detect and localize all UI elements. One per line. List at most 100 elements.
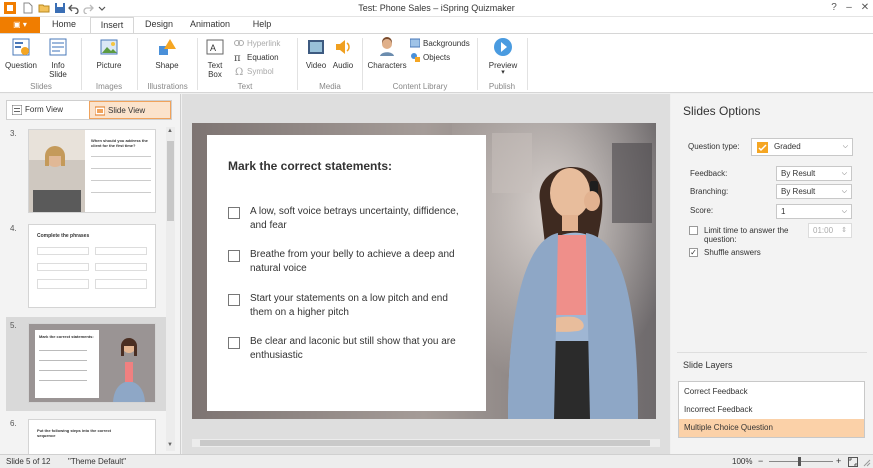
form-view-button[interactable]: Form View: [7, 101, 89, 119]
backgrounds-icon: [410, 38, 420, 48]
thumbnail-line: [91, 168, 151, 169]
backgrounds-button[interactable]: Backgrounds: [410, 38, 470, 50]
picture-button[interactable]: Picture: [92, 37, 126, 70]
chevron-down-icon: ⌵: [841, 188, 847, 195]
fit-to-window-icon[interactable]: [848, 457, 858, 467]
audio-button[interactable]: Audio: [330, 37, 356, 70]
group-label-media: Media: [319, 82, 341, 91]
objects-button[interactable]: Objects: [410, 52, 450, 64]
close-button[interactable]: ✕: [857, 1, 873, 15]
thumbnail-scrollbar[interactable]: ▲ ▼: [166, 127, 175, 451]
limit-time-value: 01:00: [813, 226, 834, 235]
help-icon[interactable]: ?: [826, 1, 842, 15]
slide-thumbnail-selected[interactable]: 5. Mark the correct statements:: [6, 317, 166, 411]
score-label: Score:: [690, 206, 714, 215]
question-title[interactable]: Mark the correct statements:: [228, 159, 468, 174]
tab-home[interactable]: Home: [44, 17, 84, 33]
symbol-button[interactable]: Ω Symbol: [234, 66, 274, 78]
hyperlink-button[interactable]: Hyperlink: [234, 38, 280, 50]
question-icon: [12, 38, 30, 56]
slide-view-button[interactable]: Slide View: [89, 101, 171, 119]
question-type-select[interactable]: Graded ⌵: [751, 138, 853, 156]
shape-label: Shape: [155, 61, 179, 70]
shuffle-answers-checkbox[interactable]: ✓: [689, 248, 698, 257]
branching-label: Branching:: [690, 187, 729, 196]
ribbon-separator: [197, 38, 198, 90]
tab-insert[interactable]: Insert: [90, 17, 134, 33]
zoom-in-icon[interactable]: +: [836, 456, 841, 466]
hyperlink-icon: [234, 40, 244, 46]
video-label: Video: [305, 61, 327, 70]
slide-thumbnail-card: Put the following steps into the correct…: [28, 419, 156, 454]
answer-option[interactable]: Start your statements on a low pitch and…: [228, 292, 468, 322]
answer-checkbox[interactable]: [228, 207, 240, 219]
scroll-up-icon[interactable]: ▲: [167, 128, 173, 134]
score-input[interactable]: 1 ⌵: [776, 204, 852, 219]
info-slide-button[interactable]: Info Slide: [42, 37, 74, 79]
group-label-images: Images: [95, 82, 123, 91]
chevron-down-icon: ⌵: [842, 143, 848, 150]
objects-icon: [411, 53, 420, 62]
shuffle-answers-label: Shuffle answers: [704, 248, 761, 257]
feedback-select[interactable]: By Result ⌵: [776, 166, 852, 181]
hyperlink-label: Hyperlink: [247, 39, 281, 48]
question-type-label: Question type:: [688, 142, 740, 151]
slide-thumbnail-title: Complete the phrases: [37, 233, 90, 239]
scrollbar-thumb[interactable]: [167, 141, 174, 221]
canvas-horizontal-scrollbar[interactable]: [192, 439, 660, 447]
symbol-icon: Ω: [235, 67, 243, 76]
tab-animation[interactable]: Animation: [184, 17, 236, 33]
preview-button[interactable]: Preview ▾: [486, 37, 520, 76]
tab-design[interactable]: Design: [140, 17, 178, 33]
slide-thumbnail[interactable]: 6. Put the following steps into the corr…: [6, 417, 166, 454]
slides-panel: Form View Slide View 3. When should you …: [0, 94, 181, 454]
text-box-icon: A: [206, 39, 224, 55]
shape-button[interactable]: Shape: [150, 37, 184, 70]
picture-icon: [100, 39, 118, 55]
video-button[interactable]: Video: [304, 37, 328, 70]
answer-option[interactable]: A low, soft voice betrays uncertainty, d…: [228, 205, 468, 235]
picture-label: Picture: [96, 61, 122, 70]
branching-select[interactable]: By Result ⌵: [776, 184, 852, 199]
equation-label: Equation: [247, 53, 279, 62]
minimize-button[interactable]: –: [841, 1, 857, 15]
slide-layers-title: Slide Layers: [683, 360, 733, 370]
answer-checkbox[interactable]: [228, 337, 240, 349]
zoom-slider-handle[interactable]: [798, 457, 801, 466]
info-slide-icon: [49, 38, 67, 56]
zoom-out-icon[interactable]: −: [758, 456, 763, 466]
scrollbar-thumb[interactable]: [200, 440, 650, 446]
equation-button[interactable]: π Equation: [234, 52, 279, 64]
text-box-button[interactable]: A Text Box: [202, 37, 228, 79]
thumbnail-line: [39, 380, 87, 381]
slide-thumbnail[interactable]: 3. When should you address the client fo…: [6, 127, 166, 217]
scroll-down-icon[interactable]: ▼: [167, 442, 173, 448]
answer-option[interactable]: Be clear and laconic but still show that…: [228, 335, 468, 365]
characters-button[interactable]: Characters: [366, 37, 408, 70]
limit-time-checkbox[interactable]: [689, 226, 698, 235]
slide-stage[interactable]: Mark the correct statements: A low, soft…: [192, 123, 656, 419]
zoom-slider[interactable]: [769, 461, 833, 462]
group-label-illustrations: Illustrations: [147, 82, 188, 91]
question-button[interactable]: Question: [4, 37, 38, 70]
slide-thumbnail-card: When should you address the client for t…: [28, 129, 156, 213]
file-menu-button[interactable]: ▣ ▾: [0, 17, 40, 33]
layer-item-multiple-choice-question[interactable]: Multiple Choice Question: [679, 419, 864, 437]
thumbnail-field: [37, 263, 89, 271]
slide-view-label: Slide View: [108, 106, 146, 115]
theme-name: "Theme Default": [68, 457, 127, 466]
limit-time-input[interactable]: 01:00 ⇕: [808, 223, 852, 238]
zoom-level: 100%: [732, 457, 753, 466]
branching-value: By Result: [781, 187, 816, 196]
layer-item-incorrect-feedback[interactable]: Incorrect Feedback: [679, 401, 864, 419]
answer-checkbox[interactable]: [228, 294, 240, 306]
limit-time-label: Limit time to answer the question:: [704, 226, 789, 244]
answer-text: Be clear and laconic but still show that…: [250, 336, 456, 361]
characters-icon: [380, 37, 394, 56]
tab-help[interactable]: Help: [244, 17, 280, 33]
answer-checkbox[interactable]: [228, 250, 240, 262]
slide-thumbnail[interactable]: 4. Complete the phrases: [6, 222, 166, 312]
answer-option[interactable]: Breathe from your belly to achieve a dee…: [228, 248, 468, 278]
layer-item-correct-feedback[interactable]: Correct Feedback: [679, 383, 864, 401]
ribbon-separator: [362, 38, 363, 90]
